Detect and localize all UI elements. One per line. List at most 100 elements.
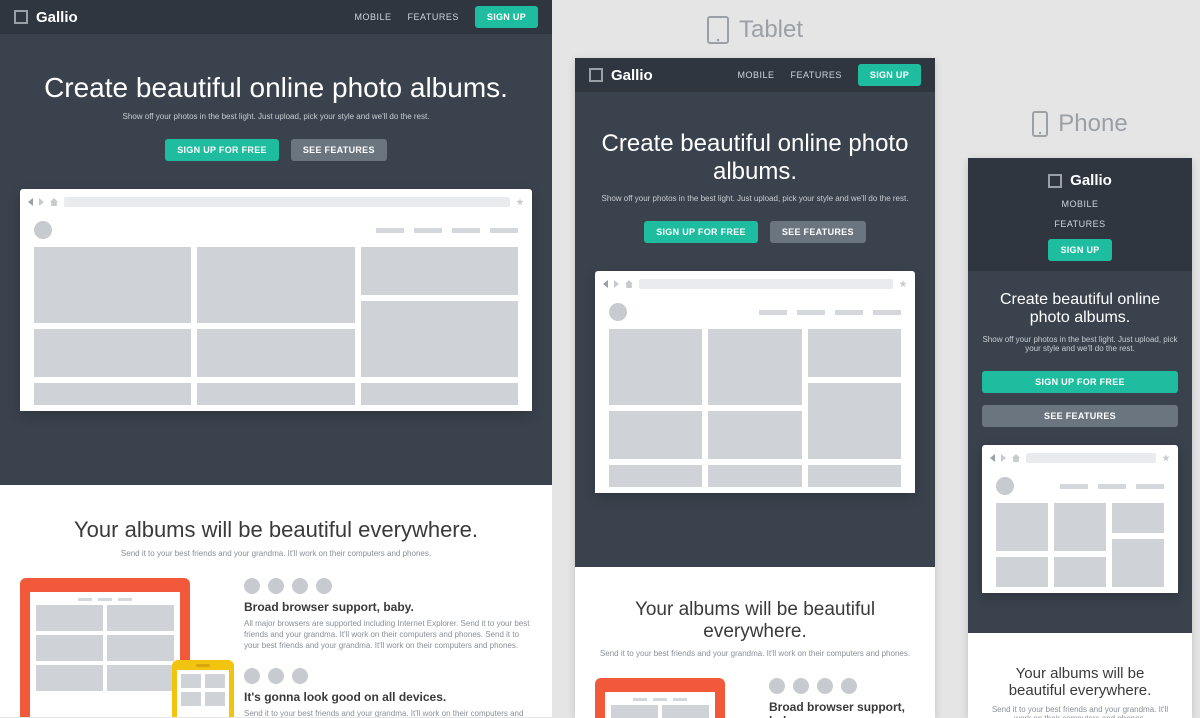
nav-link-mobile[interactable]: MOBILE bbox=[1061, 199, 1098, 209]
phone-icon bbox=[1032, 111, 1048, 137]
nav-link-features[interactable]: FEATURES bbox=[791, 70, 842, 80]
brand-logo[interactable]: Gallio bbox=[589, 67, 653, 84]
browser-mockup bbox=[595, 271, 915, 493]
section-everywhere: Your albums will be beautiful everywhere… bbox=[575, 567, 935, 718]
feature-browser-title: Broad browser support, baby. bbox=[244, 600, 532, 614]
chrome-icon bbox=[244, 578, 260, 594]
feature-devices-title: It's gonna look good on all devices. bbox=[244, 690, 532, 704]
safari-icon bbox=[316, 578, 332, 594]
nav-link-mobile[interactable]: MOBILE bbox=[355, 12, 392, 22]
home-icon bbox=[625, 280, 633, 288]
gallery-tile bbox=[34, 383, 191, 405]
viewport-phone: Gallio MOBILE FEATURES SIGN UP Create be… bbox=[968, 158, 1192, 718]
gallery-tile bbox=[34, 247, 191, 323]
gallery-tile bbox=[361, 301, 518, 377]
gallery-tile bbox=[361, 247, 518, 295]
gallery-tile bbox=[197, 383, 354, 405]
primary-nav: MOBILE FEATURES SIGN UP bbox=[738, 64, 921, 86]
forward-icon bbox=[1001, 454, 1006, 462]
tablet-column: Tablet Gallio MOBILE FEATURES SIGN UP Cr… bbox=[565, 0, 945, 718]
hero-section: Create beautiful online photo albums. Sh… bbox=[968, 271, 1192, 633]
viewport-desktop: Gallio MOBILE FEATURES SIGN UP Create be… bbox=[0, 0, 552, 717]
back-icon bbox=[990, 454, 995, 462]
feature-browser-support: Broad browser support, baby. All major b… bbox=[244, 578, 532, 652]
see-features-button[interactable]: SEE FEATURES bbox=[291, 139, 387, 161]
section2-subline: Send it to your best friends and your gr… bbox=[595, 649, 915, 658]
tablet-illustration bbox=[20, 578, 190, 717]
tablet-illustration bbox=[595, 678, 725, 718]
signup-button[interactable]: SIGN UP bbox=[858, 64, 921, 86]
bookmark-star-icon bbox=[1162, 454, 1170, 462]
hero-headline: Create beautiful online photo albums. bbox=[20, 72, 532, 104]
hero-subline: Show off your photos in the best light. … bbox=[595, 194, 915, 203]
firefox-icon bbox=[268, 578, 284, 594]
nav-placeholder bbox=[376, 228, 518, 233]
bookmark-star-icon bbox=[899, 280, 907, 288]
nav-link-features[interactable]: FEATURES bbox=[1054, 219, 1105, 229]
signup-free-button[interactable]: SIGN UP FOR FREE bbox=[644, 221, 758, 243]
signup-free-button[interactable]: SIGN UP FOR FREE bbox=[982, 371, 1178, 393]
hero-cta-row: SIGN UP FOR FREE SEE FEATURES bbox=[20, 139, 532, 161]
hero-subline: Show off your photos in the best light. … bbox=[20, 112, 532, 121]
url-bar bbox=[1026, 453, 1156, 463]
url-bar bbox=[64, 197, 510, 207]
gallery-mock bbox=[28, 215, 524, 411]
feature-browser-support: Broad browser support, baby. All major b… bbox=[769, 678, 915, 718]
home-icon bbox=[1012, 454, 1020, 462]
gallery-tile bbox=[197, 247, 354, 323]
ie-icon bbox=[817, 678, 833, 694]
primary-nav: MOBILE FEATURES SIGN UP bbox=[1048, 199, 1111, 261]
see-features-button[interactable]: SEE FEATURES bbox=[982, 405, 1178, 427]
section2-subline: Send it to your best friends and your gr… bbox=[20, 549, 532, 558]
section2-headline: Your albums will be beautiful everywhere… bbox=[988, 665, 1172, 699]
signup-free-button[interactable]: SIGN UP FOR FREE bbox=[165, 139, 279, 161]
signup-button[interactable]: SIGN UP bbox=[475, 6, 538, 28]
hero-section: Create beautiful online photo albums. Sh… bbox=[575, 92, 935, 567]
hero-headline: Create beautiful online photo albums. bbox=[595, 130, 915, 186]
android-icon bbox=[268, 668, 284, 684]
nav-link-mobile[interactable]: MOBILE bbox=[738, 70, 775, 80]
viewport-label-tablet-text: Tablet bbox=[739, 16, 803, 44]
phone-illustration bbox=[172, 660, 234, 717]
signup-button[interactable]: SIGN UP bbox=[1048, 239, 1111, 261]
avatar-placeholder-icon bbox=[996, 477, 1014, 495]
site-header: Gallio MOBILE FEATURES SIGN UP bbox=[0, 0, 552, 34]
hero-section: Create beautiful online photo albums. Sh… bbox=[0, 34, 552, 485]
devices-illustration bbox=[595, 678, 745, 718]
avatar-placeholder-icon bbox=[609, 303, 627, 321]
safari-icon bbox=[841, 678, 857, 694]
browser-chrome-bar bbox=[28, 197, 524, 207]
avatar-placeholder-icon bbox=[34, 221, 52, 239]
primary-nav: MOBILE FEATURES SIGN UP bbox=[355, 6, 538, 28]
chrome-icon bbox=[769, 678, 785, 694]
devices-illustration bbox=[20, 578, 220, 717]
section-everywhere: Your albums will be beautiful everywhere… bbox=[968, 633, 1192, 718]
feature-all-devices: It's gonna look good on all devices. Sen… bbox=[244, 668, 532, 717]
see-features-button[interactable]: SEE FEATURES bbox=[770, 221, 866, 243]
section2-subline: Send it to your best friends and your gr… bbox=[988, 705, 1172, 718]
forward-icon bbox=[614, 280, 619, 288]
ie-icon bbox=[292, 578, 308, 594]
viewport-label-tablet: Tablet bbox=[565, 0, 945, 58]
nav-link-features[interactable]: FEATURES bbox=[408, 12, 459, 22]
brand-logo[interactable]: Gallio bbox=[14, 9, 78, 26]
section2-headline: Your albums will be beautiful everywhere… bbox=[20, 517, 532, 543]
brand-name: Gallio bbox=[611, 67, 653, 84]
site-header: Gallio MOBILE FEATURES SIGN UP bbox=[968, 158, 1192, 271]
section-everywhere: Your albums will be beautiful everywhere… bbox=[0, 485, 552, 717]
back-icon bbox=[28, 198, 33, 206]
phone-column: Phone Gallio MOBILE FEATURES SIGN UP Cre… bbox=[960, 110, 1200, 718]
gallery-tile bbox=[197, 329, 354, 377]
back-icon bbox=[603, 280, 608, 288]
apple-icon bbox=[244, 668, 260, 684]
section2-headline: Your albums will be beautiful everywhere… bbox=[595, 599, 915, 643]
browser-mockup bbox=[982, 445, 1178, 593]
brand-logo[interactable]: Gallio bbox=[1048, 172, 1112, 189]
brand-name: Gallio bbox=[1070, 172, 1112, 189]
feature-browser-body: All major browsers are supported includi… bbox=[244, 618, 532, 652]
crop-icon bbox=[14, 10, 28, 24]
landing-page: Gallio MOBILE FEATURES SIGN UP Create be… bbox=[0, 0, 552, 717]
browser-mockup bbox=[20, 189, 532, 411]
windows-icon bbox=[292, 668, 308, 684]
tablet-icon bbox=[707, 16, 729, 44]
